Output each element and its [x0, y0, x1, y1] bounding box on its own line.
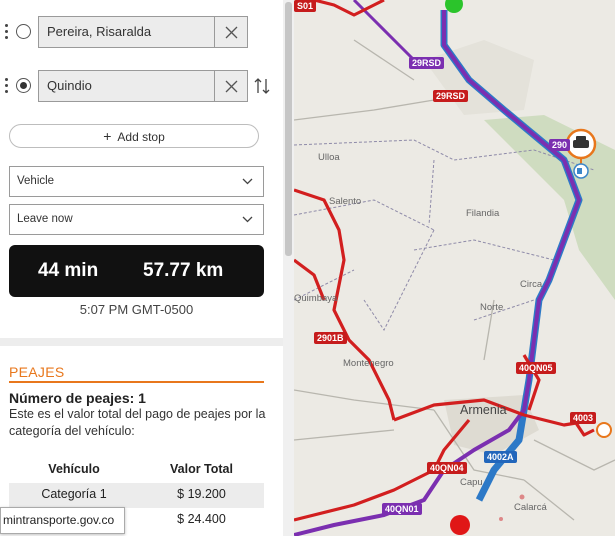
- map-label-calarca: Calarcá: [514, 502, 547, 513]
- drag-handle-icon[interactable]: [5, 24, 9, 40]
- plus-icon: +: [103, 128, 112, 144]
- route-summary[interactable]: 44 min 57.77 km: [9, 245, 264, 297]
- destination-marker[interactable]: [450, 515, 470, 535]
- close-icon: [225, 26, 238, 39]
- directions-panel: Pereira, Risaralda Quindio + Add stop Veh…: [0, 0, 283, 536]
- highway-shield: 29RSD: [409, 57, 445, 69]
- stop-radio-origin[interactable]: [16, 24, 31, 39]
- swap-arrows-icon: [254, 78, 270, 94]
- clear-origin-button[interactable]: [215, 16, 248, 48]
- highway-shield: 40QN04: [427, 462, 467, 474]
- highway-shield: 40QN05: [516, 362, 556, 374]
- poi-marker[interactable]: [596, 422, 612, 438]
- panel-scrollbar-thumb[interactable]: [285, 2, 292, 256]
- route-time: 44 min: [38, 260, 99, 281]
- origin-marker[interactable]: [445, 0, 463, 13]
- clear-destination-button[interactable]: [215, 70, 248, 102]
- highway-shield: 4002A: [484, 451, 517, 463]
- highway-shield: 4003: [570, 412, 597, 424]
- map-label-ulloa: Ulloa: [318, 152, 340, 163]
- map-canvas: [294, 0, 615, 536]
- map-view[interactable]: Ulloa Filandia Circa Norte Montenegro Ar…: [294, 0, 615, 536]
- map-label-quimbaya: Quimbaya: [294, 293, 338, 304]
- destination-input[interactable]: Quindio: [38, 70, 215, 102]
- highway-shield: 29RSD: [433, 90, 469, 102]
- route-distance: 57.77 km: [143, 260, 224, 281]
- departure-select-value: Leave now: [17, 213, 73, 225]
- table-row: Categoría 1 $ 19.200: [9, 483, 264, 508]
- stop-radio-destination[interactable]: [16, 78, 31, 93]
- highway-shield: 40QN01: [382, 503, 422, 515]
- drag-handle-icon[interactable]: [5, 78, 9, 94]
- header-total: Valor Total: [170, 462, 233, 476]
- row-vehicle: Categoría 1: [41, 487, 107, 501]
- row-total: $ 19.200: [177, 487, 226, 501]
- highway-shield: S01: [294, 0, 317, 12]
- departure-select[interactable]: Leave now: [9, 204, 264, 235]
- tolls-count: Número de peajes: 1: [9, 390, 146, 406]
- reverse-stops-button[interactable]: [252, 76, 272, 96]
- tolls-description: Este es el valor total del pago de peaje…: [9, 407, 266, 438]
- map-label-salento: Salento: [329, 196, 362, 207]
- map-label-circa: Circa: [520, 279, 543, 290]
- map-label-montenegro: Montenegro: [343, 358, 394, 369]
- row-total: $ 24.400: [177, 512, 226, 526]
- vehicle-select[interactable]: Vehicle: [9, 166, 264, 197]
- header-vehicle: Vehículo: [48, 462, 100, 476]
- poi-dot: [519, 494, 525, 500]
- chevron-down-icon: [242, 216, 253, 223]
- origin-input[interactable]: Pereira, Risaralda: [38, 16, 215, 48]
- highway-shield: 290: [549, 139, 571, 151]
- chevron-down-icon: [242, 178, 253, 185]
- divider: [0, 338, 283, 346]
- tolls-title-underline: [9, 381, 264, 383]
- add-stop-button[interactable]: + Add stop: [9, 124, 259, 148]
- add-stop-label: Add stop: [117, 130, 165, 144]
- close-icon: [225, 80, 238, 93]
- tolls-title: PEAJES: [9, 364, 65, 380]
- route-main[interactable]: [294, 10, 581, 536]
- table-header: Vehículo Valor Total: [9, 458, 264, 483]
- link-tooltip: mintransporte.gov.co: [0, 507, 125, 534]
- minor-roads: [294, 39, 615, 521]
- map-label-capu: Capu: [460, 477, 483, 488]
- map-label-armenia: Armenia: [460, 403, 507, 417]
- vehicle-select-value: Vehicle: [17, 175, 55, 187]
- poi-dot: [499, 517, 503, 521]
- stop-row-destination: Quindio: [0, 70, 283, 102]
- map-label-filandia: Filandia: [466, 208, 500, 219]
- arrival-time: 5:07 PM GMT-0500: [79, 302, 194, 317]
- urban-area: [424, 40, 534, 115]
- stop-row-origin: Pereira, Risaralda: [0, 16, 283, 48]
- highway-shield: 2901B: [314, 332, 347, 344]
- map-label-norte: Norte: [480, 302, 504, 313]
